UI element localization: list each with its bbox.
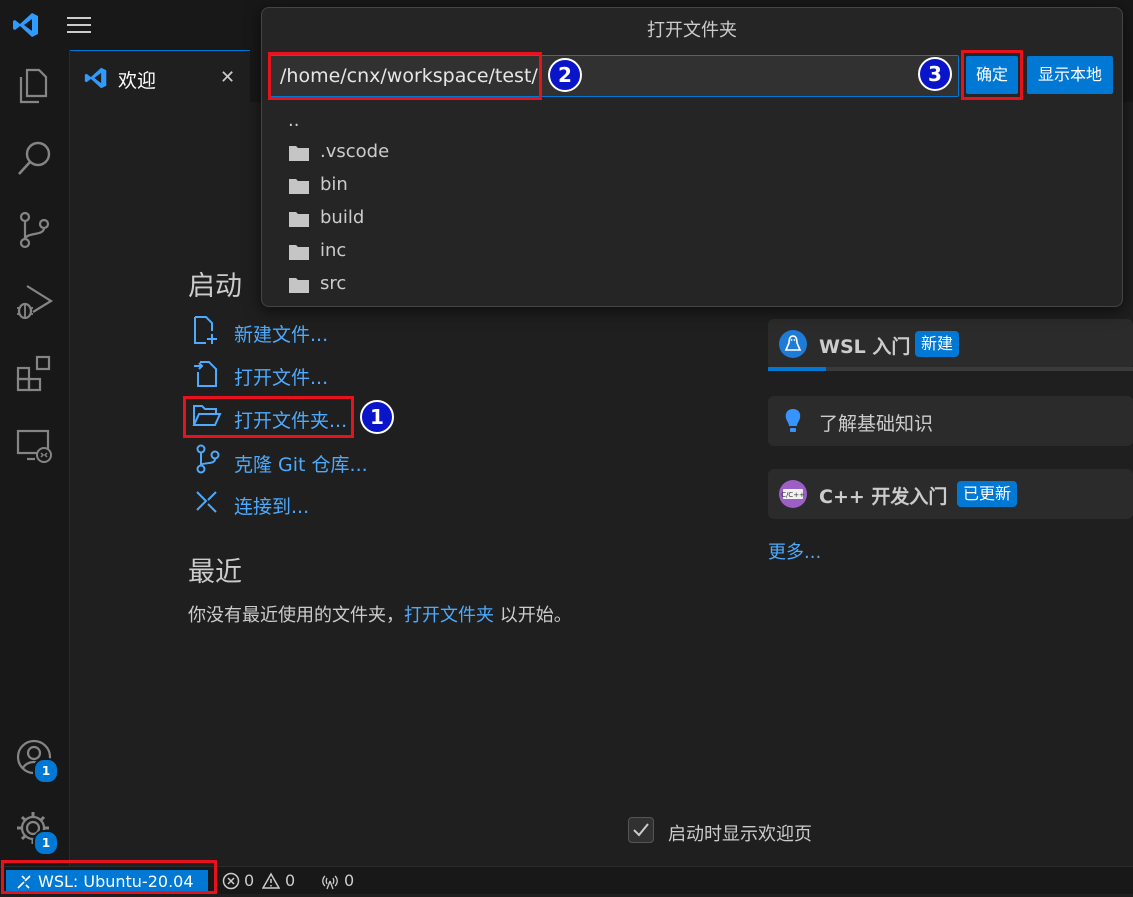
folder-item-build[interactable]: build [320,207,364,228]
vscode-tab-icon [84,66,108,94]
vscode-logo-icon [12,11,40,43]
open-folder-dialog: 打开文件夹 确定 显示本地 .. .vscode bin build inc s… [261,7,1123,307]
walkthrough-wsl-title: WSL 入门 [819,336,911,358]
settings-badge: 1 [33,830,59,856]
activity-bar: 1 1 [0,50,70,866]
menu-icon[interactable] [67,16,91,38]
open-folder-icon [192,403,222,433]
open-file-link[interactable]: 打开文件... [234,363,328,390]
error-icon[interactable] [222,872,240,894]
walkthrough-cpp[interactable]: C/C++ C++ 开发入门 已更新 [768,469,1133,519]
walkthrough-wsl-progress [768,367,1133,371]
start-title: 启动 [188,271,242,302]
remote-indicator[interactable]: WSL: Ubuntu-20.04 [6,870,208,894]
open-file-icon [192,358,220,392]
folder-item-src[interactable]: src [320,273,346,294]
updated-badge: 已更新 [957,481,1018,507]
close-icon[interactable]: ✕ [220,67,235,88]
lightbulb-icon [778,406,808,440]
dialog-title: 打开文件夹 [647,20,737,41]
step-marker-2: 2 [548,58,582,92]
path-input-box [269,55,959,97]
walkthrough-cpp-title: C++ 开发入门 [819,486,948,508]
svg-text:C/C++: C/C++ [781,491,805,499]
show-on-startup-label: 启动时显示欢迎页 [668,824,812,845]
linux-penguin-icon [778,329,808,363]
warning-icon[interactable] [261,872,281,894]
source-control-icon[interactable] [15,210,55,254]
step-marker-3: 3 [918,57,952,91]
status-bar: WSL: Ubuntu-20.04 0 0 0 [0,866,1133,894]
more-link[interactable]: 更多... [768,538,821,564]
remote-explorer-icon[interactable] [15,426,55,470]
ports-icon[interactable] [321,872,339,894]
new-file-icon [192,315,220,349]
connect-to-link[interactable]: 连接到... [234,492,309,519]
account-badge: 1 [33,758,59,784]
recent-text-before: 你没有最近使用的文件夹， [188,605,404,626]
show-on-startup-checkbox[interactable] [628,817,654,843]
new-file-link[interactable]: 新建文件... [234,320,328,347]
explorer-icon[interactable] [15,66,53,110]
path-input[interactable] [280,62,940,90]
recent-text-after: 以开始。 [499,605,572,626]
progress-fill [768,367,827,371]
new-badge: 新建 [915,331,960,357]
tab-label: 欢迎 [118,70,157,92]
remote-connect-icon [194,489,220,519]
ok-button[interactable]: 确定 [966,56,1018,94]
folder-icon [288,276,310,298]
recent-title: 最近 [188,557,242,588]
walkthrough-basics-title: 了解基础知识 [819,413,934,435]
recent-message: 你没有最近使用的文件夹，打开文件夹 以开始。 [188,601,572,627]
folder-icon [288,210,310,232]
clone-git-link[interactable]: 克隆 Git 仓库... [234,450,368,477]
open-folder-link[interactable]: 打开文件夹... [234,406,347,433]
folder-item-inc[interactable]: inc [320,240,346,261]
remote-label: WSL: Ubuntu-20.04 [38,872,194,891]
run-debug-icon[interactable] [15,282,55,326]
remote-icon [16,873,32,897]
folder-icon [288,243,310,265]
cpp-icon: C/C++ [778,479,808,513]
show-local-button[interactable]: 显示本地 [1027,56,1113,94]
warning-count[interactable]: 0 [285,871,295,890]
tab-welcome[interactable]: 欢迎 ✕ [70,50,250,102]
ports-count[interactable]: 0 [344,871,354,890]
folder-icon [288,144,310,166]
walkthrough-wsl[interactable]: WSL 入门 新建 [768,319,1133,369]
folder-item-bin[interactable]: bin [320,174,348,195]
step-marker-1: 1 [360,400,394,434]
search-icon[interactable] [15,138,55,182]
walkthrough-basics[interactable]: 了解基础知识 [768,396,1133,446]
parent-folder-item[interactable]: .. [288,110,299,131]
error-count[interactable]: 0 [244,871,254,890]
extensions-icon[interactable] [15,354,55,398]
folder-item-vscode[interactable]: .vscode [320,141,389,162]
folder-icon [288,177,310,199]
git-clone-icon [194,444,222,478]
recent-open-folder-link[interactable]: 打开文件夹 [404,605,494,626]
